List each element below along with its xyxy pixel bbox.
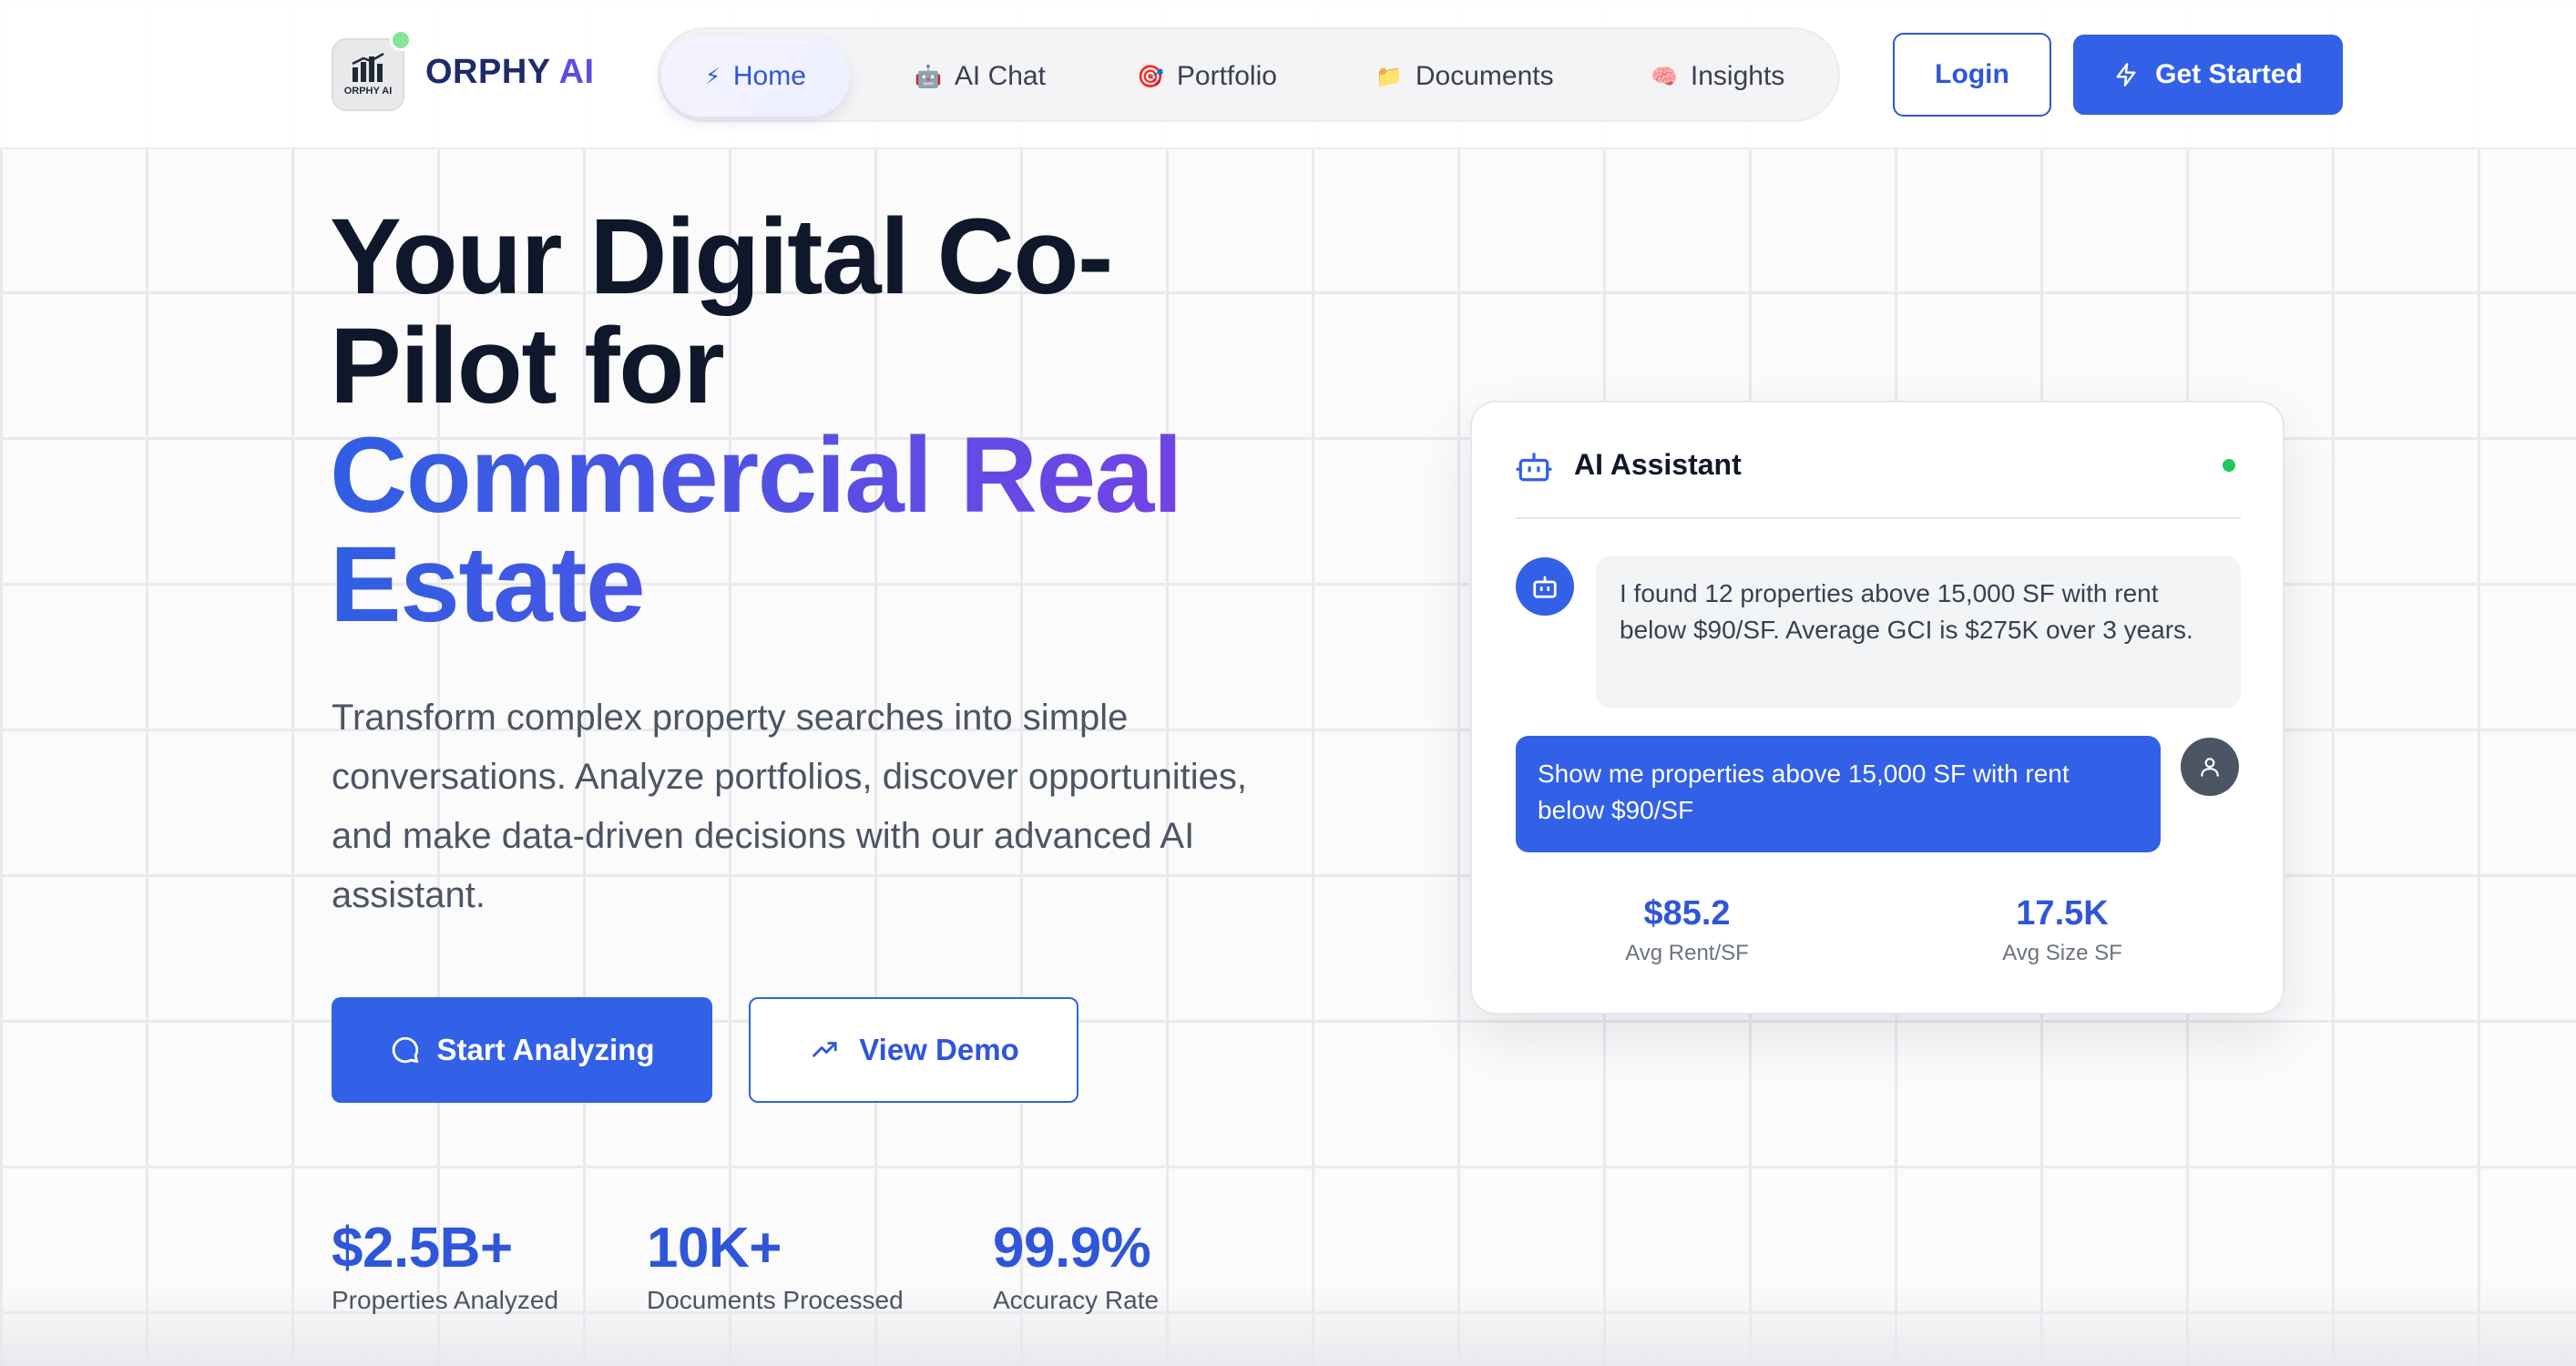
hero-title: Your Digital Co- Pilot for Commercial Re… [330,202,1295,639]
hero-title-line-2: Pilot for [330,306,725,426]
get-started-button[interactable]: Get Started [2073,35,2343,115]
folder-icon: 📁 [1375,64,1403,89]
stat-label: Documents Processed [647,1286,904,1314]
stat-accuracy: 99.9% Accuracy Rate [993,1217,1159,1315]
stat-value: $2.5B+ [332,1217,513,1279]
stat-label: Avg Size SF [2002,941,2122,965]
stat-label: Properties Analyzed [332,1286,559,1314]
nav-portfolio[interactable]: 🎯 Portfolio [1137,36,1277,117]
nav-documents-label: Documents [1415,61,1554,91]
lightning-icon [2116,63,2136,87]
nav-ai-chat-label: AI Chat [954,61,1046,91]
bot-message: I found 12 properties above 15,000 SF wi… [1596,556,2241,708]
stat-value: 17.5K [2016,894,2109,933]
user-icon [2201,758,2219,777]
nav-home-label: Home [732,61,806,91]
brand-name[interactable]: ORPHY AI [425,53,595,92]
divider [1516,517,2241,519]
main-nav: ⚡ Home 🤖 AI Chat 🎯 Portfolio 📁 Documents… [658,27,1840,122]
bot-icon [1516,453,1552,482]
bot-avatar [1516,557,1574,616]
avg-rent-stat: $85.2 Avg Rent/SF [1550,894,1824,966]
logo[interactable]: ORPHY AI [332,38,404,111]
robot-icon: 🤖 [915,64,942,89]
nav-insights[interactable]: 🧠 Insights [1651,36,1784,117]
stat-value: 10K+ [647,1217,782,1279]
nav-insights-label: Insights [1690,61,1785,91]
view-demo-button[interactable]: View Demo [749,997,1078,1103]
ai-assistant-card: AI Assistant I found 12 properties above… [1470,401,2285,1014]
hero-description: Transform complex property searches into… [332,698,1247,915]
nav-documents[interactable]: 📁 Documents [1375,36,1554,117]
login-button[interactable]: Login [1893,33,2051,117]
brand-prefix: ORPHY [425,53,550,91]
target-icon: 🎯 [1137,64,1164,89]
nav-home[interactable]: ⚡ Home [661,36,850,117]
user-message: Show me properties above 15,000 SF with … [1516,736,2161,852]
stat-label: Accuracy Rate [993,1286,1160,1314]
avg-size-stat: 17.5K Avg Size SF [1926,894,2199,966]
view-demo-label: View Demo [859,1033,1019,1066]
top-navbar: ORPHY AI ORPHY AI ⚡ Home 🤖 AI Chat 🎯 Por… [0,0,2576,149]
stat-label: Avg Rent/SF [1625,941,1749,965]
hero-title-line-4: Estate [330,530,1295,639]
stat-documents: 10K+ Documents Processed [647,1217,904,1315]
card-title: AI Assistant [1574,448,1742,481]
building-chart-icon [352,53,384,82]
brand-suffix: AI [558,53,595,91]
trending-up-icon [813,1042,837,1057]
get-started-label: Get Started [2155,59,2303,89]
hero-title-line-1: Your Digital Co- [330,197,1113,317]
online-indicator [2223,459,2235,472]
stat-value: $85.2 [1643,894,1731,933]
start-analyzing-label: Start Analyzing [436,1033,655,1066]
chat-bubble-icon [392,1036,418,1064]
brain-icon: 🧠 [1651,64,1678,89]
nav-portfolio-label: Portfolio [1176,61,1277,91]
start-analyzing-button[interactable]: Start Analyzing [332,997,712,1103]
logo-text: ORPHY AI [343,86,393,97]
nav-ai-chat[interactable]: 🤖 AI Chat [915,36,1046,117]
status-dot [390,29,412,51]
stat-properties: $2.5B+ Properties Analyzed [332,1217,558,1315]
lightning-icon: ⚡ [705,64,721,89]
hero-title-line-3: Commercial Real [330,421,1295,530]
stat-value: 99.9% [993,1217,1151,1279]
user-avatar [2181,738,2239,796]
bot-icon [1533,576,1557,598]
